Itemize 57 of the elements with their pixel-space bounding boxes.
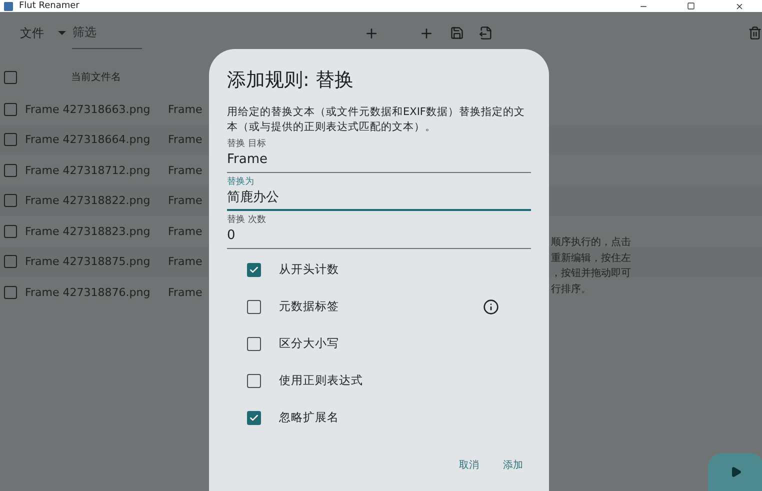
- row-checkbox[interactable]: [4, 102, 17, 116]
- new-file-name: Frame: [168, 255, 202, 268]
- app-icon: [4, 2, 13, 10]
- option-label: 使用正则表达式: [279, 373, 364, 388]
- add-icon[interactable]: [419, 26, 434, 40]
- row-checkbox[interactable]: [4, 164, 17, 177]
- select-all-checkbox[interactable]: [4, 70, 17, 84]
- check-icon: [249, 412, 259, 422]
- new-file-name: Frame: [168, 224, 202, 238]
- row-checkbox[interactable]: [4, 224, 17, 238]
- row-checkbox[interactable]: [4, 194, 17, 208]
- file-export-icon[interactable]: [479, 26, 493, 40]
- save-icon[interactable]: [450, 26, 464, 40]
- new-file-name: Frame: [168, 164, 202, 177]
- trash-icon[interactable]: [748, 26, 762, 40]
- file-name: Frame 427318822.png: [25, 194, 152, 208]
- info-icon[interactable]: [483, 298, 499, 314]
- file-name: Frame 427318875.png: [25, 255, 152, 268]
- file-name: Frame 427318712.png: [25, 164, 152, 177]
- help-text: 重新编辑，按住左: [551, 252, 631, 266]
- text-field[interactable]: 替换 目标 Frame: [227, 138, 531, 173]
- row-checkbox[interactable]: [4, 286, 17, 299]
- option-checkbox[interactable]: [247, 374, 261, 388]
- option-checkbox[interactable]: [247, 300, 261, 314]
- file-name: Frame 427318823.png: [25, 224, 152, 238]
- help-text: 行排序。: [551, 282, 592, 296]
- filter-field[interactable]: 筛选: [72, 18, 142, 48]
- text-field[interactable]: 替换为 简鹿办公: [227, 176, 531, 211]
- option-label: 忽略扩展名: [279, 410, 340, 425]
- dialog-description: 用给定的替换文本（或文件元数据和EXIF数据）替换指定的文本（或与提供的正则表达式匹配的文本）。: [227, 105, 526, 135]
- option-label: 从开头计数: [279, 262, 340, 277]
- option-checkbox[interactable]: [247, 410, 261, 424]
- option-checkbox[interactable]: [247, 336, 261, 350]
- new-file-name: Frame: [168, 194, 202, 208]
- dialog-button[interactable]: 取消: [451, 452, 487, 478]
- file-name: Frame 427318663.png: [25, 102, 152, 116]
- help-text: ，按钮并拖动即可: [551, 266, 631, 281]
- new-file-name: Frame: [168, 286, 202, 299]
- text-field[interactable]: 替换 次数 0: [227, 214, 531, 249]
- row-checkbox[interactable]: [4, 133, 17, 146]
- new-file-name: Frame: [168, 133, 202, 146]
- help-text: 顺序执行的，点击: [551, 236, 631, 250]
- column-header: 当前文件名: [71, 70, 121, 84]
- file-name: Frame 427318664.png: [25, 133, 152, 146]
- file-name: Frame 427318876.png: [25, 286, 152, 299]
- dialog-button[interactable]: 添加: [495, 452, 531, 478]
- add-icon[interactable]: [364, 26, 379, 40]
- option-checkbox[interactable]: [247, 262, 261, 276]
- file-dropdown[interactable]: 文件: [20, 24, 66, 42]
- option-label: 元数据标签: [279, 299, 340, 314]
- option-label: 区分大小写: [279, 336, 340, 351]
- window-title: Flut Renamer: [19, 1, 80, 11]
- check-icon: [249, 264, 259, 274]
- dialog-title: 添加规则: 替换: [227, 68, 354, 93]
- row-checkbox[interactable]: [4, 255, 17, 268]
- play-icon: [730, 466, 742, 478]
- new-file-name: Frame: [168, 102, 202, 116]
